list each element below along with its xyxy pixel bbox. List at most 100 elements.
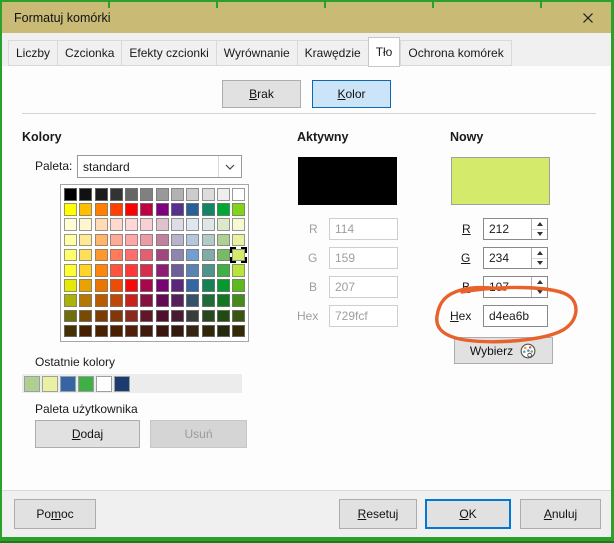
spin-down-icon[interactable] (532, 230, 547, 240)
recent-color-swatch[interactable] (114, 375, 130, 392)
palette-swatch[interactable] (64, 324, 77, 338)
tab-ochrona-komorek[interactable]: Ochrona komórek (400, 40, 512, 66)
palette-swatch[interactable] (186, 279, 200, 292)
palette-swatch[interactable] (232, 263, 246, 277)
palette-swatch[interactable] (140, 294, 154, 307)
tab-czcionka[interactable]: Czcionka (57, 40, 122, 66)
add-color-button[interactable]: Dodaj (35, 420, 140, 448)
palette-swatch[interactable] (186, 324, 200, 338)
palette-swatch[interactable] (109, 218, 123, 231)
help-button[interactable]: Pomoc (14, 499, 96, 529)
palette-swatch[interactable] (155, 188, 169, 201)
palette-swatch[interactable] (64, 218, 77, 231)
palette-swatch[interactable] (64, 233, 77, 247)
palette-swatch[interactable] (186, 218, 200, 231)
palette-swatch[interactable] (155, 233, 169, 247)
palette-swatch[interactable] (140, 248, 154, 262)
palette-swatch[interactable] (171, 203, 185, 216)
palette-swatch[interactable] (171, 188, 185, 201)
palette-swatch[interactable] (155, 203, 169, 216)
palette-swatch[interactable] (64, 248, 77, 262)
reset-button[interactable]: Resetuj (339, 499, 417, 529)
palette-swatch[interactable] (171, 309, 185, 323)
palette-swatch[interactable] (109, 294, 123, 307)
recent-color-swatch[interactable] (24, 375, 40, 392)
palette-swatch[interactable] (94, 309, 108, 323)
palette-swatch[interactable] (216, 188, 230, 201)
pick-color-button[interactable]: Wybierz (454, 337, 553, 364)
palette-swatch[interactable] (232, 309, 246, 323)
palette-swatch[interactable] (140, 233, 154, 247)
palette-swatch[interactable] (232, 324, 246, 338)
palette-swatch[interactable] (171, 263, 185, 277)
palette-swatch[interactable] (140, 279, 154, 292)
palette-swatch[interactable] (79, 203, 93, 216)
palette-swatch[interactable] (109, 309, 123, 323)
recent-color-swatch[interactable] (60, 375, 76, 392)
palette-swatch[interactable] (216, 279, 230, 292)
palette-swatch[interactable] (125, 248, 139, 262)
palette-swatch[interactable] (140, 188, 154, 201)
tab-wyrownanie[interactable]: Wyrównanie (215, 40, 297, 66)
palette-swatch[interactable] (232, 294, 246, 307)
palette-swatch[interactable] (171, 218, 185, 231)
fill-none-button[interactable]: Brak (222, 80, 301, 108)
palette-swatch[interactable] (94, 203, 108, 216)
recent-color-swatch[interactable] (78, 375, 94, 392)
palette-swatch[interactable] (109, 248, 123, 262)
palette-swatch[interactable] (125, 233, 139, 247)
palette-swatch[interactable] (186, 309, 200, 323)
palette-swatch[interactable] (201, 218, 215, 231)
remove-color-button[interactable]: Usuń (150, 420, 247, 448)
palette-swatch[interactable] (140, 324, 154, 338)
palette-swatch[interactable] (109, 233, 123, 247)
palette-swatch[interactable] (201, 233, 215, 247)
hex-input[interactable]: d4ea6b (483, 305, 548, 327)
palette-swatch[interactable] (171, 294, 185, 307)
tab-efekty-czcionki[interactable]: Efekty czcionki (121, 40, 216, 66)
palette-swatch[interactable] (216, 203, 230, 216)
palette-swatch[interactable] (232, 218, 246, 231)
palette-swatch[interactable] (171, 233, 185, 247)
palette-swatch[interactable] (64, 309, 77, 323)
palette-swatch[interactable] (94, 279, 108, 292)
palette-swatch[interactable] (216, 309, 230, 323)
new-g-spinner[interactable]: 234 (483, 247, 548, 269)
palette-swatch[interactable] (155, 294, 169, 307)
palette-swatch[interactable] (155, 263, 169, 277)
palette-swatch[interactable] (79, 188, 93, 201)
palette-swatch[interactable] (109, 324, 123, 338)
palette-swatch[interactable] (64, 279, 77, 292)
palette-swatch[interactable] (201, 188, 215, 201)
palette-swatch[interactable] (79, 233, 93, 247)
tab-krawedzie[interactable]: Krawędzie (296, 40, 368, 66)
palette-swatch[interactable] (155, 279, 169, 292)
palette-swatch[interactable] (94, 233, 108, 247)
palette-swatch[interactable] (125, 294, 139, 307)
palette-swatch[interactable] (186, 294, 200, 307)
palette-swatch[interactable] (125, 309, 139, 323)
palette-swatch[interactable] (140, 218, 154, 231)
palette-swatch[interactable] (232, 279, 246, 292)
palette-swatch[interactable] (201, 248, 215, 262)
palette-swatch[interactable] (201, 203, 215, 216)
palette-swatch[interactable] (232, 188, 246, 201)
palette-swatch[interactable] (109, 188, 123, 201)
palette-swatch-selected[interactable] (230, 246, 248, 264)
palette-swatch[interactable] (155, 248, 169, 262)
recent-color-swatch[interactable] (42, 375, 58, 392)
palette-swatch[interactable] (125, 324, 139, 338)
palette-swatch[interactable] (125, 188, 139, 201)
palette-swatch[interactable] (79, 324, 93, 338)
palette-swatch[interactable] (171, 324, 185, 338)
palette-swatch[interactable] (216, 294, 230, 307)
palette-swatch[interactable] (94, 248, 108, 262)
palette-swatch[interactable] (79, 263, 93, 277)
palette-swatch[interactable] (186, 233, 200, 247)
palette-swatch[interactable] (216, 263, 230, 277)
palette-swatch[interactable] (201, 324, 215, 338)
spin-down-icon[interactable] (532, 288, 547, 298)
new-b-spinner[interactable]: 107 (483, 276, 548, 298)
palette-swatch[interactable] (79, 248, 93, 262)
palette-swatch[interactable] (201, 294, 215, 307)
